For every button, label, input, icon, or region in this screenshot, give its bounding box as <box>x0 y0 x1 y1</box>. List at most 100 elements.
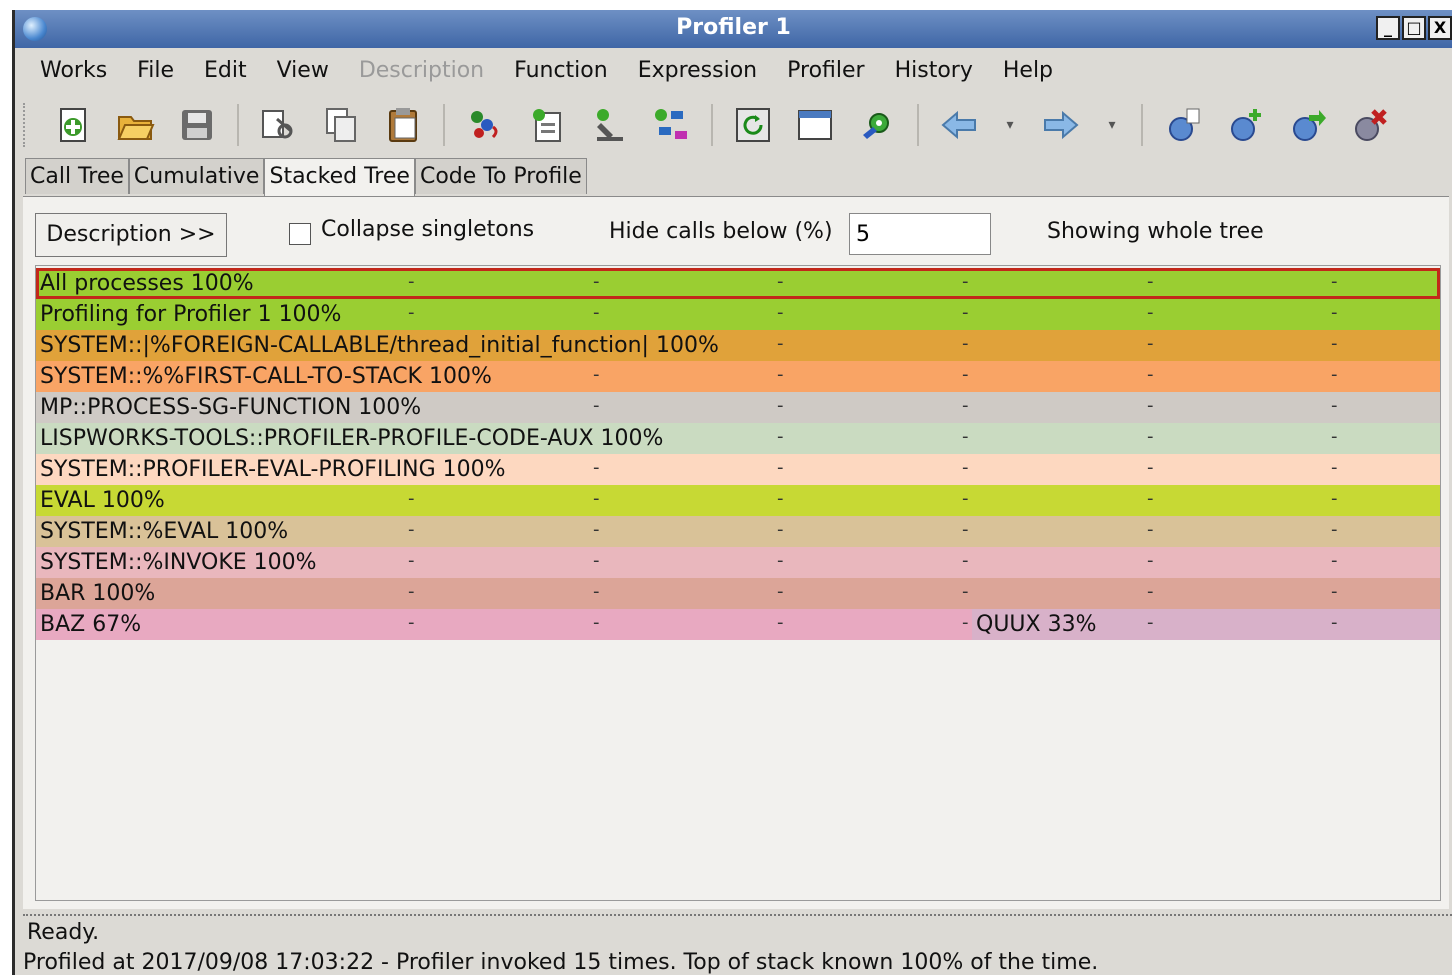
tree-row: All processes 100% - - - - - - <box>36 268 1440 299</box>
description-button[interactable]: Description >> <box>35 213 227 257</box>
grid-tick: - <box>777 333 784 354</box>
inspect-icon[interactable] <box>525 103 569 147</box>
tree-node[interactable]: EVAL 100% <box>36 485 1440 516</box>
profile-icon[interactable] <box>463 103 507 147</box>
profiler-add-icon[interactable] <box>1223 103 1267 147</box>
toolbar-separator <box>1141 104 1143 146</box>
toolbar-grip[interactable] <box>23 103 33 147</box>
back-dropdown-icon[interactable]: ▾ <box>999 103 1021 147</box>
toolbar-separator <box>443 104 445 146</box>
profile-summary: Profiled at 2017/09/08 17:03:22 - Profil… <box>23 950 1099 975</box>
menu-profiler[interactable]: Profiler <box>772 58 879 83</box>
grid-tick: - <box>777 426 784 447</box>
menu-edit[interactable]: Edit <box>189 58 262 83</box>
tree-node[interactable]: MP::PROCESS-SG-FUNCTION 100% <box>36 392 1440 423</box>
stacked-tree-panel: Description >> Collapse singletons Hide … <box>23 196 1449 909</box>
menu-view[interactable]: View <box>262 58 344 83</box>
new-icon[interactable] <box>51 103 95 147</box>
tree-row: Profiling for Profiler 1 100% - - - - - - <box>36 299 1440 330</box>
menu-history[interactable]: History <box>880 58 988 83</box>
grid-tick: - <box>1147 519 1154 540</box>
profiler-stop-icon[interactable] <box>1347 103 1391 147</box>
grid-tick: - <box>1147 550 1154 571</box>
tab-call-tree[interactable]: Call Tree <box>25 158 129 194</box>
grid-tick: - <box>962 395 969 416</box>
grid-tick: - <box>1331 426 1338 447</box>
grid-tick: - <box>1331 612 1338 633</box>
grid-tick: - <box>408 612 415 633</box>
tree-node[interactable]: All processes 100% <box>36 268 1440 299</box>
grid-tick: - <box>1331 302 1338 323</box>
grid-tick: - <box>1147 457 1154 478</box>
toolbar: ▾ ▾ <box>15 94 1452 156</box>
grid-tick: - <box>408 550 415 571</box>
forward-icon[interactable] <box>1039 103 1083 147</box>
status-message: Ready. <box>27 920 100 945</box>
menu-expression[interactable]: Expression <box>623 58 772 83</box>
tree-icon[interactable] <box>649 103 693 147</box>
maximize-button[interactable]: □ <box>1402 16 1426 40</box>
tab-stacked-tree[interactable]: Stacked Tree <box>264 158 415 196</box>
close-button[interactable]: X <box>1428 16 1452 40</box>
grid-tick: - <box>1147 581 1154 602</box>
menu-function[interactable]: Function <box>499 58 623 83</box>
refresh-icon[interactable] <box>731 103 775 147</box>
grid-tick: - <box>593 550 600 571</box>
grid-tick: - <box>777 519 784 540</box>
grid-tick: - <box>1147 333 1154 354</box>
menu-file[interactable]: File <box>122 58 189 83</box>
menu-help[interactable]: Help <box>988 58 1068 83</box>
grid-tick: - <box>962 519 969 540</box>
paste-icon[interactable] <box>381 103 425 147</box>
back-icon[interactable] <box>937 103 981 147</box>
grid-tick: - <box>962 302 969 323</box>
tree-node[interactable]: QUUX 33% <box>972 609 1440 640</box>
grid-tick: - <box>1147 364 1154 385</box>
grid-tick: - <box>777 457 784 478</box>
tree-node[interactable]: SYSTEM::%%FIRST-CALL-TO-STACK 100% <box>36 361 1440 392</box>
grid-tick: - <box>1331 364 1338 385</box>
menu-description[interactable]: Description <box>344 58 499 83</box>
tree-row: SYSTEM::PROFILER-EVAL-PROFILING 100% - - - -… <box>36 454 1440 485</box>
window-icon[interactable] <box>793 103 837 147</box>
tree-node[interactable]: LISPWORKS-TOOLS::PROFILER-PROFILE-CODE-A… <box>36 423 1440 454</box>
tree-node[interactable]: BAR 100% <box>36 578 1440 609</box>
open-icon[interactable] <box>113 103 157 147</box>
save-icon[interactable] <box>175 103 219 147</box>
tree-row: BAZ 67% QUUX 33% - - - - - - <box>36 609 1440 640</box>
tree-row: SYSTEM::%INVOKE 100% - - - - - - <box>36 547 1440 578</box>
tree-node[interactable]: BAZ 67% <box>36 609 972 640</box>
tree-row: SYSTEM::%EVAL 100% - - - - - - <box>36 516 1440 547</box>
profiler-go-icon[interactable] <box>1285 103 1329 147</box>
grid-tick: - <box>1331 550 1338 571</box>
profiler-start-icon[interactable] <box>1161 103 1205 147</box>
grid-tick: - <box>1147 302 1154 323</box>
grid-tick: - <box>777 271 784 292</box>
tree-row: BAR 100% - - - - - - <box>36 578 1440 609</box>
tree-node[interactable]: SYSTEM::PROFILER-EVAL-PROFILING 100% <box>36 454 1440 485</box>
forward-dropdown-icon[interactable]: ▾ <box>1101 103 1123 147</box>
cut-icon[interactable] <box>257 103 301 147</box>
settings-icon[interactable] <box>855 103 899 147</box>
hide-calls-input[interactable] <box>849 213 991 255</box>
collapse-singletons-checkbox[interactable] <box>289 223 311 245</box>
stacked-tree-view[interactable]: All processes 100% - - - - - - Profiling for Pr… <box>35 265 1441 901</box>
grid-tick: - <box>593 395 600 416</box>
grid-tick: - <box>593 457 600 478</box>
minimize-button[interactable]: _ <box>1376 16 1400 40</box>
tree-node[interactable]: Profiling for Profiler 1 100% <box>36 299 1440 330</box>
tree-node[interactable]: SYSTEM::|%FOREIGN-CALLABLE/thread_initia… <box>36 330 1440 361</box>
tab-code-to-profile[interactable]: Code To Profile <box>414 158 587 194</box>
tab-bar: Call Tree Cumulative Stacked Tree Code To P… <box>25 158 587 196</box>
tab-cumulative[interactable]: Cumulative <box>128 158 265 194</box>
title-bar[interactable]: Profiler 1 _ □ X <box>15 10 1452 48</box>
tree-node[interactable]: SYSTEM::%EVAL 100% <box>36 516 1440 547</box>
window-title: Profiler 1 <box>676 15 791 40</box>
copy-icon[interactable] <box>319 103 363 147</box>
tree-scope-status: Showing whole tree <box>1047 219 1264 244</box>
debug-icon[interactable] <box>587 103 631 147</box>
tree-node[interactable]: SYSTEM::%INVOKE 100% <box>36 547 1440 578</box>
grid-tick: - <box>777 302 784 323</box>
grid-tick: - <box>1147 395 1154 416</box>
menu-works[interactable]: Works <box>25 58 122 83</box>
